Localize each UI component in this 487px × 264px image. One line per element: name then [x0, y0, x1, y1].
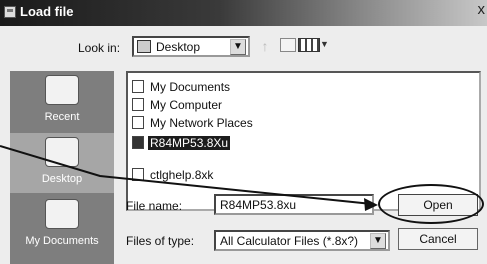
new-folder-icon[interactable] — [280, 38, 296, 52]
place-my-documents[interactable]: My Documents — [10, 195, 114, 255]
my-documents-icon — [45, 199, 79, 229]
chevron-down-icon[interactable]: ▼ — [230, 39, 246, 55]
place-label: Recent — [44, 111, 80, 123]
cancel-button[interactable]: Cancel — [398, 228, 478, 250]
network-icon — [132, 116, 144, 130]
chevron-down-icon[interactable]: ▼ — [370, 233, 386, 249]
view-menu-chevron-icon[interactable]: ▼ — [320, 39, 329, 49]
file-name-label: File name: — [126, 199, 183, 213]
places-bar: Recent Desktop My Documents — [10, 71, 114, 264]
recent-folder-icon — [45, 75, 79, 105]
place-label: Desktop — [41, 173, 83, 185]
list-item[interactable]: My Computer — [132, 97, 224, 113]
title-bar: Load file x — [0, 0, 487, 26]
file-name-input[interactable]: R84MP53.8xu — [214, 194, 374, 215]
folder-icon — [132, 80, 144, 94]
look-in-label: Look in: — [78, 41, 121, 55]
list-item[interactable]: My Documents — [132, 79, 232, 95]
list-item[interactable]: My Network Places — [132, 115, 255, 131]
desktop-icon — [45, 137, 79, 167]
calculator-file-icon — [132, 136, 144, 150]
highlight-ellipse — [378, 184, 484, 224]
file-type-value: All Calculator Files (*.8x?) — [220, 234, 359, 248]
file-type-dropdown[interactable]: All Calculator Files (*.8x?) ▼ — [214, 230, 390, 251]
look-in-dropdown[interactable]: Desktop ▼ — [132, 36, 250, 57]
app-icon — [4, 6, 16, 18]
list-item[interactable]: ctlghelp.8xk — [132, 167, 215, 183]
desktop-icon — [137, 40, 151, 53]
place-desktop[interactable]: Desktop — [10, 133, 114, 193]
window-title: Load file — [20, 4, 74, 19]
place-label: My Documents — [25, 235, 99, 247]
list-item-selected[interactable]: R84MP53.8Xu — [132, 134, 232, 151]
computer-icon — [132, 98, 144, 112]
close-button[interactable]: x — [478, 2, 486, 18]
up-folder-icon[interactable]: ↑ — [256, 38, 274, 54]
calculator-file-icon — [132, 168, 144, 182]
look-in-value: Desktop — [156, 40, 201, 54]
place-recent[interactable]: Recent — [10, 71, 114, 131]
file-type-label: Files of type: — [126, 234, 195, 248]
load-file-dialog: Look in: Desktop ▼ ↑ ▼ Recent Desktop My… — [0, 26, 487, 264]
view-menu-icon[interactable] — [298, 38, 320, 52]
